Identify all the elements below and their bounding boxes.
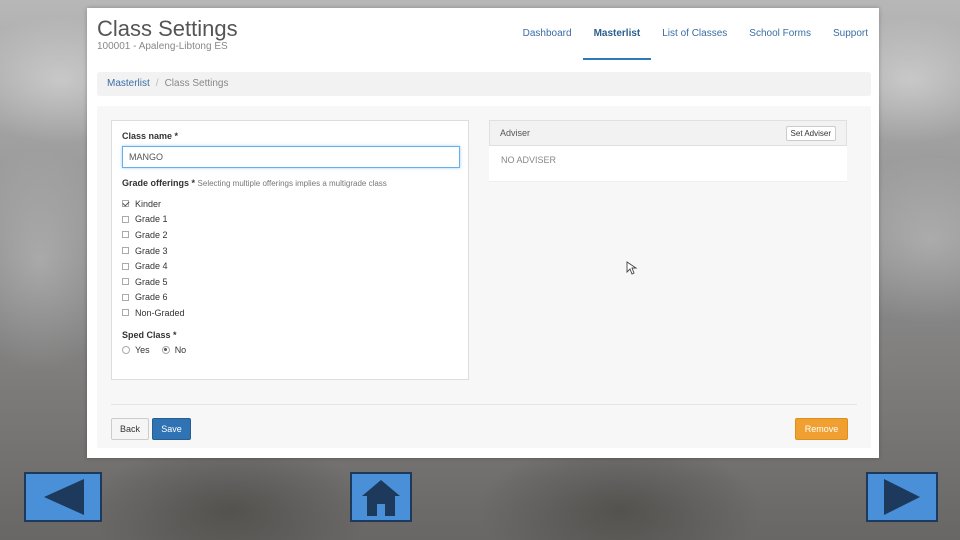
adviser-value: NO ADVISER bbox=[489, 146, 847, 182]
checkbox[interactable] bbox=[122, 293, 129, 301]
grade-offerings-label: Grade offerings * Selecting multiple off… bbox=[122, 178, 458, 188]
nav-masterlist[interactable]: Masterlist bbox=[582, 8, 652, 60]
grade-option-label: Kinder bbox=[135, 198, 162, 209]
page-title: Class Settings bbox=[97, 16, 238, 41]
grade-option-5[interactable]: Grade 5 bbox=[122, 274, 458, 290]
content-area: Class name * Grade offerings * Selecting… bbox=[97, 106, 871, 448]
grade-option-2[interactable]: Grade 2 bbox=[122, 227, 458, 243]
adviser-title: Adviser bbox=[500, 128, 531, 138]
breadcrumb-current: Class Settings bbox=[164, 78, 229, 89]
grade-option-4[interactable]: Grade 4 bbox=[122, 258, 458, 274]
header: Class Settings 100001 - Apaleng-Libtong … bbox=[87, 8, 879, 60]
mouse-cursor-icon bbox=[626, 261, 638, 275]
app-window: Class Settings 100001 - Apaleng-Libtong … bbox=[87, 8, 879, 458]
adviser-header: Adviser Set Adviser bbox=[489, 120, 847, 146]
grade-offerings-title: Grade offerings * bbox=[122, 178, 196, 188]
remove-button[interactable]: Remove bbox=[795, 418, 848, 440]
set-adviser-button[interactable]: Set Adviser bbox=[785, 125, 836, 141]
breadcrumb-masterlist-link[interactable]: Masterlist bbox=[107, 78, 150, 89]
nav-dashboard[interactable]: Dashboard bbox=[512, 8, 583, 60]
back-button[interactable]: Back bbox=[111, 418, 149, 440]
previous-slide-button[interactable] bbox=[24, 472, 102, 522]
class-name-input[interactable] bbox=[122, 146, 460, 168]
nav-support[interactable]: Support bbox=[822, 8, 879, 60]
class-form-panel: Class name * Grade offerings * Selecting… bbox=[111, 120, 469, 380]
save-button[interactable]: Save bbox=[152, 418, 191, 440]
grade-option-label: Grade 2 bbox=[135, 229, 168, 240]
sped-class-label: Sped Class * bbox=[122, 329, 177, 340]
grade-option-non-graded[interactable]: Non-Graded bbox=[122, 305, 458, 321]
checkbox[interactable] bbox=[122, 247, 129, 255]
right-triangle-icon bbox=[884, 479, 920, 515]
sped-option-yes[interactable]: Yes bbox=[122, 345, 150, 355]
grade-offerings-hint: Selecting multiple offerings implies a m… bbox=[197, 179, 387, 188]
grade-option-label: Grade 4 bbox=[135, 261, 168, 272]
grade-option-label: Grade 6 bbox=[135, 292, 168, 303]
nav-school-forms[interactable]: School Forms bbox=[738, 8, 822, 60]
grade-option-label: Grade 1 bbox=[135, 214, 168, 225]
sped-option-no[interactable]: No bbox=[161, 344, 187, 355]
grade-option-label: Grade 5 bbox=[135, 276, 168, 287]
grade-option-3[interactable]: Grade 3 bbox=[122, 243, 458, 259]
grade-option-label: Grade 3 bbox=[135, 245, 168, 256]
next-slide-button[interactable] bbox=[866, 472, 938, 522]
adviser-panel: Adviser Set Adviser NO ADVISER bbox=[489, 120, 847, 182]
class-name-label: Class name * bbox=[122, 131, 179, 141]
grade-option-6[interactable]: Grade 6 bbox=[122, 290, 458, 306]
breadcrumb: Masterlist / Class Settings bbox=[97, 72, 871, 96]
sped-option-label: No bbox=[174, 344, 187, 355]
checkbox-checked[interactable] bbox=[122, 200, 129, 208]
school-subtitle: 100001 - Apaleng-Libtong ES bbox=[97, 41, 228, 52]
checkbox[interactable] bbox=[122, 278, 129, 286]
grade-option-kinder[interactable]: Kinder bbox=[122, 196, 458, 212]
radio-button[interactable] bbox=[122, 345, 130, 354]
sped-option-label: Yes bbox=[135, 344, 150, 355]
checkbox[interactable] bbox=[122, 231, 129, 239]
top-nav: Dashboard Masterlist List of Classes Sch… bbox=[512, 8, 879, 60]
form-divider bbox=[111, 404, 857, 405]
home-icon bbox=[362, 480, 400, 516]
grade-option-1[interactable]: Grade 1 bbox=[122, 212, 458, 228]
home-slide-button[interactable] bbox=[350, 472, 412, 522]
breadcrumb-separator: / bbox=[155, 78, 159, 89]
grade-option-label: Non-Graded bbox=[135, 307, 185, 318]
checkbox[interactable] bbox=[122, 215, 129, 223]
nav-list-of-classes[interactable]: List of Classes bbox=[651, 8, 738, 60]
checkbox[interactable] bbox=[122, 309, 129, 317]
left-triangle-icon bbox=[44, 479, 84, 515]
radio-button-selected[interactable] bbox=[161, 345, 170, 354]
sped-radio-group: Yes No bbox=[122, 345, 458, 355]
checkbox[interactable] bbox=[122, 262, 129, 270]
grade-checkbox-list: Kinder Grade 1 Grade 2 Grade 3 Grade 4 G… bbox=[122, 196, 458, 321]
